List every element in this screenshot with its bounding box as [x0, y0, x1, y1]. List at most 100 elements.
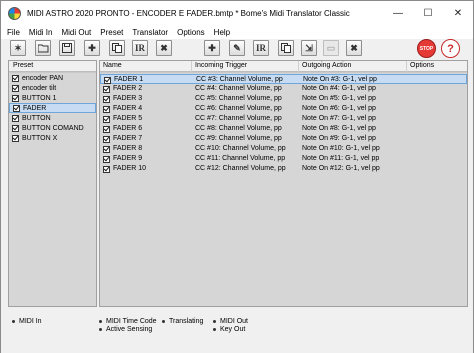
translator-row[interactable]: FADER 9 CC #11: Channel Volume, pp Note … [100, 154, 467, 164]
paste-icon: ▭ [326, 42, 336, 53]
translator-trigger: CC #5: Channel Volume, pp [195, 95, 282, 102]
duplicate-preset-button[interactable] [109, 40, 125, 56]
translator-trigger: CC #10: Channel Volume, pp [195, 145, 286, 152]
translator-action: Note On #10: G-1, vel pp [302, 145, 380, 152]
preset-label: BUTTON COMAND [22, 124, 84, 132]
preset-item[interactable]: BUTTON [9, 113, 96, 123]
preset-enable-checkbox[interactable] [13, 104, 20, 112]
translator-enable-checkbox[interactable] [103, 95, 110, 103]
preset-item-selected[interactable]: FADER [9, 103, 96, 113]
translator-enable-checkbox[interactable] [103, 155, 110, 163]
add-preset-button[interactable]: ✚ [84, 40, 100, 56]
translator-name: FADER 3 [113, 95, 143, 102]
preset-item[interactable]: BUTTON 1 [9, 93, 96, 103]
preset-label: encoder tilt [22, 84, 57, 92]
translator-row[interactable]: FADER 4 CC #6: Channel Volume, pp Note O… [100, 104, 467, 114]
open-project-button[interactable] [35, 40, 51, 56]
close-button[interactable]: ✕ [443, 1, 473, 25]
preset-label: FADER [23, 104, 47, 112]
translator-action: Note On #11: G-1, vel pp [302, 155, 380, 162]
translator-row[interactable]: FADER 8 CC #10: Channel Volume, pp Note … [100, 144, 467, 154]
menu-options[interactable]: Options [177, 28, 205, 37]
translator-enable-checkbox[interactable] [103, 125, 110, 133]
menu-help[interactable]: Help [214, 28, 230, 37]
delete-preset-button[interactable]: ✖ [156, 40, 172, 56]
minimize-button[interactable]: — [383, 1, 413, 25]
edit-translator-button[interactable]: ✎ [229, 40, 245, 56]
translator-row[interactable]: FADER 2 CC #4: Channel Volume, pp Note O… [100, 84, 467, 94]
preset-enable-checkbox[interactable] [12, 124, 19, 132]
preset-item[interactable]: BUTTON X [9, 133, 96, 143]
paste-translator-button[interactable]: ▭ [323, 40, 339, 56]
save-project-button[interactable] [59, 40, 75, 56]
translator-enable-checkbox[interactable] [104, 76, 111, 84]
translator-enable-checkbox[interactable] [103, 145, 110, 153]
translator-action: Note On #6: G-1, vel pp [302, 105, 376, 112]
preset-item[interactable]: encoder tilt [9, 83, 96, 93]
key-out-indicator-icon [213, 328, 216, 331]
translator-action: Note On #7: G-1, vel pp [302, 115, 376, 122]
preset-enable-checkbox[interactable] [12, 114, 19, 122]
preset-item[interactable]: encoder PAN [9, 73, 96, 83]
column-header-outgoing-action[interactable]: Outgoing Action [299, 61, 407, 72]
column-header-options[interactable]: Options [407, 61, 467, 72]
rename-translator-button[interactable]: IR [253, 40, 269, 56]
menu-preset[interactable]: Preset [100, 28, 123, 37]
rename-icon: IR [134, 43, 145, 53]
move-translator-button[interactable]: ⇲ [301, 40, 317, 56]
translator-enable-checkbox[interactable] [103, 165, 110, 173]
add-translator-button[interactable]: ✚ [204, 40, 220, 56]
preset-enable-checkbox[interactable] [12, 134, 19, 142]
menu-midi-in[interactable]: Midi In [29, 28, 53, 37]
translator-trigger: CC #12: Channel Volume, pp [195, 165, 286, 172]
translator-enable-checkbox[interactable] [103, 105, 110, 113]
column-header-incoming-trigger[interactable]: Incoming Trigger [192, 61, 299, 72]
translator-row[interactable]: FADER 10 CC #12: Channel Volume, pp Note… [100, 164, 467, 174]
translator-name: FADER 4 [113, 105, 143, 112]
translator-row-selected[interactable]: FADER 1 CC #3: Channel Volume, pp Note O… [100, 74, 467, 84]
help-button[interactable]: ? [441, 39, 460, 58]
translator-enable-checkbox[interactable] [103, 85, 110, 93]
translator-row[interactable]: FADER 7 CC #9: Channel Volume, pp Note O… [100, 134, 467, 144]
preset-label: BUTTON [22, 114, 51, 122]
midi-time-code-indicator-icon [99, 320, 102, 323]
plus-icon: ✚ [88, 42, 96, 53]
toolbar: ✶ ✚ IR ✖ ✚ ✎ IR ⇲ ▭ ✖ STOP ? [1, 39, 473, 58]
translator-action: Note On #8: G-1, vel pp [302, 125, 376, 132]
translator-row[interactable]: FADER 5 CC #7: Channel Volume, pp Note O… [100, 114, 467, 124]
duplicate-icon [281, 43, 291, 53]
status-midi-in-label: MIDI In [19, 318, 42, 325]
menu-translator[interactable]: Translator [132, 28, 168, 37]
preset-enable-checkbox[interactable] [12, 94, 19, 102]
translator-enable-checkbox[interactable] [103, 115, 110, 123]
maximize-button[interactable]: ☐ [413, 1, 443, 25]
window-controls: — ☐ ✕ [383, 1, 473, 25]
translator-panel: Name Incoming Trigger Outgoing Action Op… [99, 60, 468, 307]
stop-button[interactable]: STOP [417, 39, 436, 58]
status-midi-in: MIDI In [12, 318, 42, 325]
translator-row[interactable]: FADER 6 CC #8: Channel Volume, pp Note O… [100, 124, 467, 134]
menu-midi-out[interactable]: Midi Out [61, 28, 91, 37]
duplicate-translator-button[interactable] [278, 40, 294, 56]
column-header-name[interactable]: Name [100, 61, 192, 72]
status-active-sensing: Active Sensing [99, 326, 152, 333]
translator-row[interactable]: FADER 3 CC #5: Channel Volume, pp Note O… [100, 94, 467, 104]
menu-file[interactable]: File [7, 28, 20, 37]
translator-action: Note On #5: G-1, vel pp [302, 95, 376, 102]
translator-enable-checkbox[interactable] [103, 135, 110, 143]
preset-item[interactable]: BUTTON COMAND [9, 123, 96, 133]
rename-preset-button[interactable]: IR [132, 40, 148, 56]
new-project-button[interactable]: ✶ [10, 40, 26, 56]
preset-header: Preset [9, 61, 96, 72]
preset-enable-checkbox[interactable] [12, 74, 19, 82]
preset-enable-checkbox[interactable] [12, 84, 19, 92]
delete-translator-button[interactable]: ✖ [346, 40, 362, 56]
translator-name: FADER 9 [113, 155, 143, 162]
preset-panel: Preset encoder PAN encoder tilt BUTTON 1… [8, 60, 97, 307]
delete-icon: ✖ [350, 42, 358, 53]
translator-list: FADER 1 CC #3: Channel Volume, pp Note O… [100, 73, 467, 306]
status-active-sensing-label: Active Sensing [106, 326, 153, 333]
translator-header: Name Incoming Trigger Outgoing Action Op… [100, 61, 467, 72]
active-sensing-indicator-icon [99, 328, 102, 331]
save-icon [62, 43, 72, 53]
